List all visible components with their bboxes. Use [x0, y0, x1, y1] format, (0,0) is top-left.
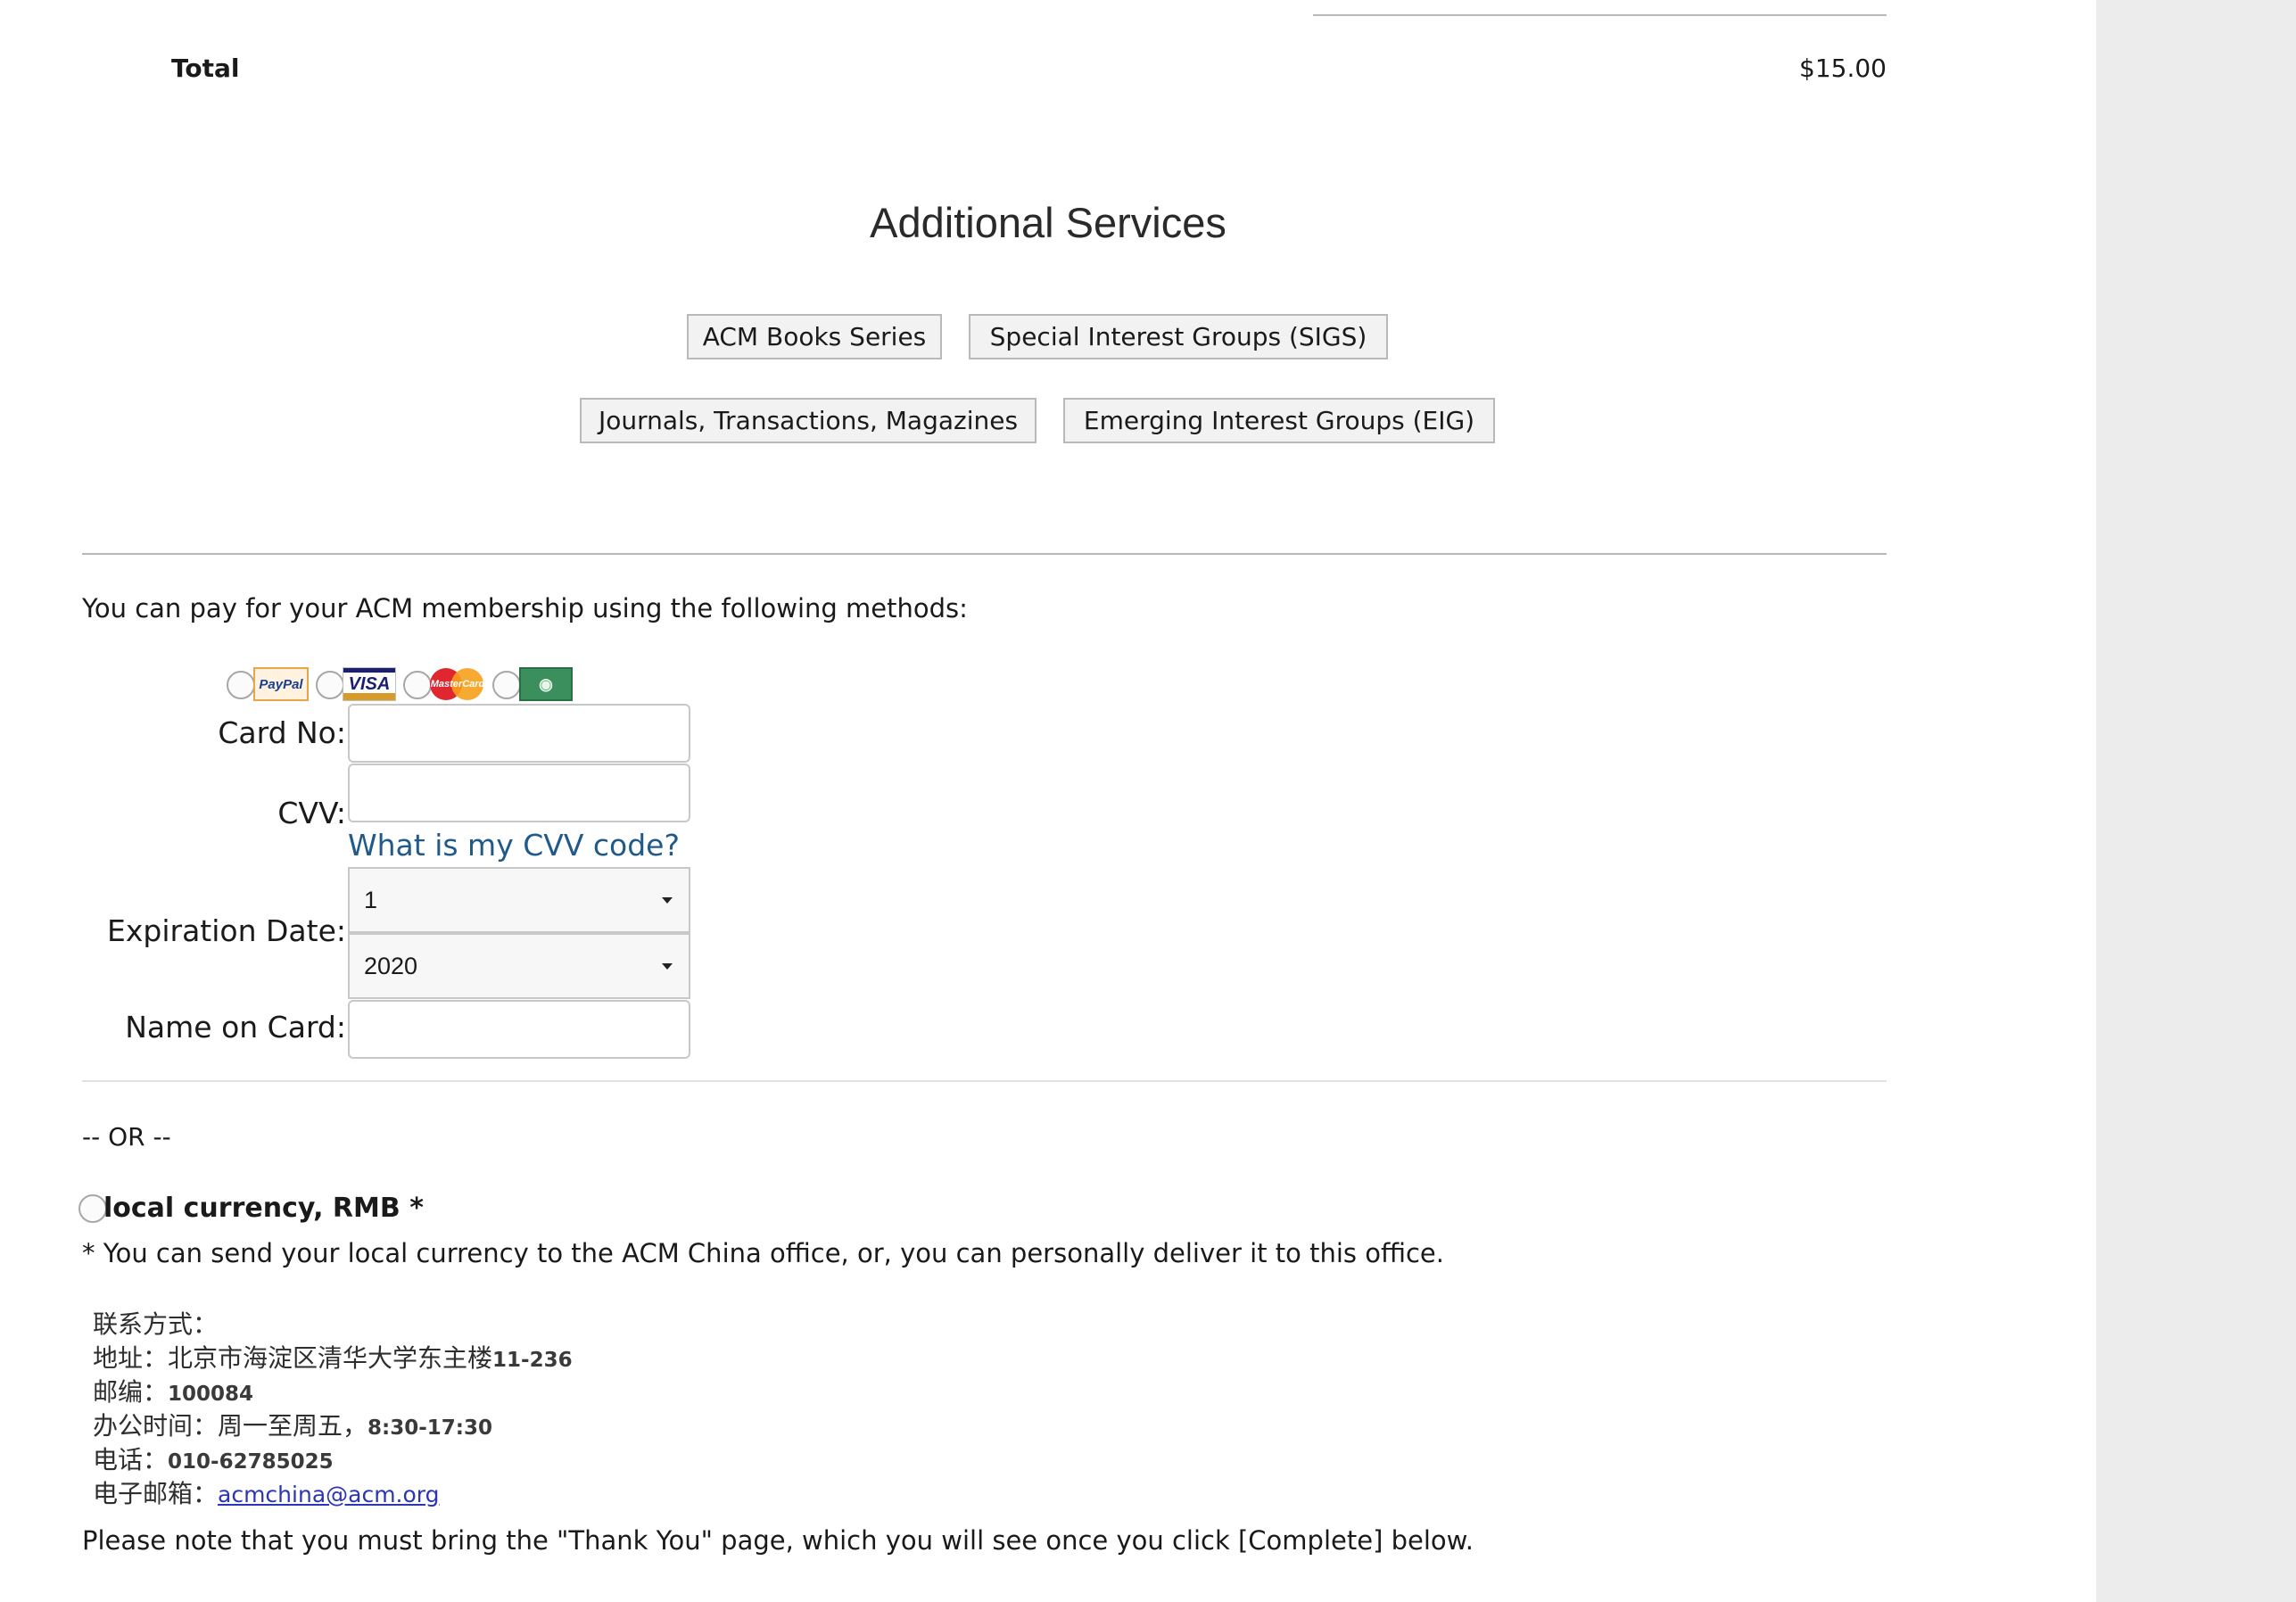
chevron-down-icon [662, 897, 673, 904]
contact-email-link[interactable]: acmchina@acm.org [218, 1482, 440, 1507]
contact-postcode-key: 邮编： [93, 1377, 169, 1407]
contact-email-key: 电子邮箱： [93, 1479, 219, 1508]
contact-address: 地址：北京市海淀区清华大学东主楼11-236 [93, 1339, 573, 1375]
contact-hours: 办公时间：周一至周五，8:30-17:30 [93, 1407, 492, 1442]
payment-methods-intro: You can pay for your ACM membership usin… [82, 593, 968, 623]
card-no-input[interactable] [348, 704, 690, 763]
contact-hours-value: 8:30-17:30 [368, 1416, 492, 1440]
expiration-date-label: Expiration Date: [107, 913, 346, 948]
visa-radio[interactable] [316, 671, 344, 699]
chevron-down-icon [662, 963, 673, 970]
expiration-month-select[interactable]: 1 [348, 867, 690, 933]
expiration-year-value: 2020 [364, 952, 418, 979]
card-no-label: Card No: [218, 715, 346, 750]
sigs-button[interactable]: Special Interest Groups (SIGS) [969, 314, 1388, 359]
contact-phone: 电话：010-62785025 [93, 1441, 334, 1476]
eig-button[interactable]: Emerging Interest Groups (EIG) [1063, 398, 1495, 443]
side-panel [2096, 0, 2296, 1602]
visa-logo-icon: VISA [343, 667, 396, 701]
paypal-logo-icon: PayPal [253, 667, 309, 701]
amex-radio[interactable] [492, 671, 521, 699]
or-separator: -- OR -- [82, 1122, 171, 1152]
name-on-card-input[interactable] [348, 1000, 690, 1059]
local-currency-note: * You can send your local currency to th… [82, 1238, 1444, 1268]
expiration-year-select[interactable]: 2020 [348, 933, 690, 999]
additional-services-title: Additional Services [870, 199, 1226, 246]
contact-postcode-value: 100084 [168, 1383, 254, 1406]
cvv-label: CVV: [277, 796, 346, 830]
contact-phone-key: 电话： [93, 1445, 169, 1474]
cvv-help-link[interactable]: What is my CVV code? [348, 828, 680, 863]
page: Total $15.00 Additional Services ACM Boo… [0, 0, 2296, 1602]
mastercard-logo-icon: MasterCard [430, 667, 485, 701]
contact-heading: 联系方式： [93, 1305, 218, 1341]
total-label: Total [171, 54, 240, 83]
contact-address-value: 11-236 [492, 1349, 573, 1372]
amex-logo-icon: ◉ [519, 667, 573, 701]
contact-email: 电子邮箱：acmchina@acm.org [93, 1474, 440, 1510]
paypal-radio[interactable] [227, 671, 255, 699]
name-on-card-label: Name on Card: [125, 1010, 346, 1045]
acm-books-series-button[interactable]: ACM Books Series [687, 314, 942, 359]
divider-lower [82, 1080, 1887, 1082]
divider-middle [82, 553, 1887, 555]
bring-thank-you-note: Please note that you must bring the "Tha… [82, 1525, 1474, 1556]
contact-postcode: 邮编：100084 [93, 1373, 253, 1408]
divider-top [1313, 14, 1887, 16]
cvv-input[interactable] [348, 764, 690, 822]
expiration-month-value: 1 [364, 886, 378, 913]
journals-button[interactable]: Journals, Transactions, Magazines [580, 398, 1037, 443]
contact-hours-key: 办公时间：周一至周五， [93, 1411, 368, 1441]
total-value: $15.00 [1799, 54, 1887, 83]
contact-phone-value: 010-62785025 [168, 1450, 334, 1474]
contact-heading-text: 联系方式： [93, 1309, 219, 1339]
rmb-label: local currency, RMB * [103, 1193, 424, 1224]
contact-address-key: 地址：北京市海淀区清华大学东主楼 [93, 1343, 493, 1373]
mastercard-logo-text: MasterCard [430, 679, 485, 690]
mastercard-radio[interactable] [403, 671, 432, 699]
